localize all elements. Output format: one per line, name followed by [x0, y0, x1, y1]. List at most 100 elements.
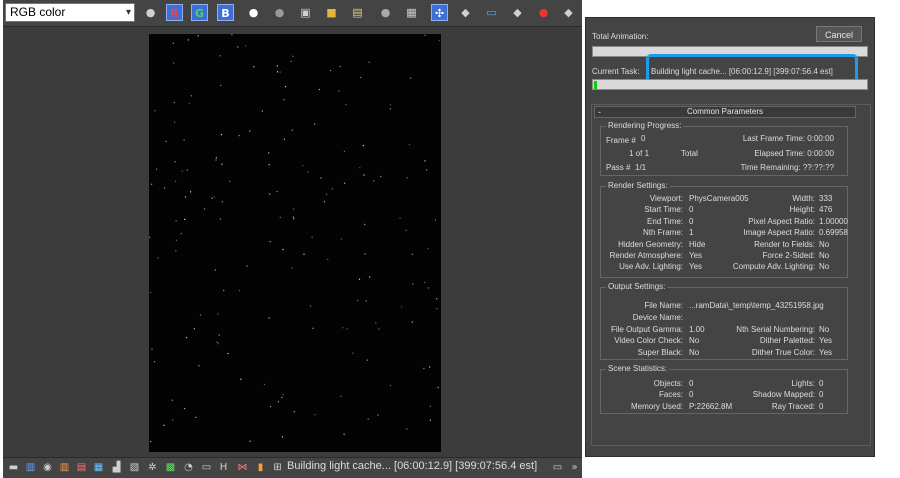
noise-speck — [218, 334, 220, 336]
noise-speck — [427, 248, 429, 250]
history-icon[interactable]: ▥ — [24, 461, 37, 474]
noise-speck — [186, 169, 188, 171]
green-channel-button[interactable]: G — [191, 4, 208, 21]
noise-speck — [283, 138, 285, 140]
ab-compare-icon[interactable]: ▮ — [254, 461, 267, 474]
red-channel-button[interactable]: R — [166, 4, 183, 21]
blue-channel-button[interactable]: B — [217, 4, 234, 21]
right-setting-label: Ray Traced: — [771, 401, 815, 411]
clear-icon[interactable]: ● — [377, 4, 394, 21]
cancel-button[interactable]: Cancel — [816, 26, 862, 42]
clipboard-icon[interactable]: ▤ — [349, 4, 366, 21]
noise-speck — [249, 440, 251, 442]
noise-speck — [291, 129, 293, 131]
noise-speck — [303, 253, 305, 255]
lut-icon[interactable]: ▩ — [164, 461, 177, 474]
noise-speck — [188, 102, 190, 104]
h-split-icon[interactable]: H — [217, 461, 230, 474]
left-setting-value: PhysCamera005 — [689, 194, 749, 203]
noise-speck — [320, 177, 322, 179]
noise-speck — [302, 165, 304, 167]
noise-speck — [217, 313, 219, 315]
teapot-icon[interactable]: ◆ — [509, 4, 526, 21]
noise-speck — [229, 180, 231, 182]
render-last-icon[interactable]: ◆ — [457, 4, 474, 21]
noise-speck — [427, 287, 430, 289]
link-icon[interactable]: ▭ — [483, 4, 500, 21]
panel-icon[interactable]: ▭ — [551, 461, 564, 474]
left-setting-label: Super Black: — [637, 347, 683, 357]
noise-speck — [174, 180, 177, 182]
display-icon[interactable]: ▬ — [7, 461, 20, 474]
rendering-progress-group: Rendering Progress: Frame # 0 1 of 1 Tot… — [600, 121, 848, 176]
left-setting-label: End Time: — [646, 216, 683, 226]
common-parameters-rollout[interactable]: - Common Parameters — [594, 106, 856, 118]
noise-speck — [151, 348, 153, 350]
monochrome-icon[interactable]: ● — [271, 4, 288, 21]
noise-speck — [231, 34, 233, 36]
render-icon[interactable]: ◆ — [560, 4, 577, 21]
noise-speck — [436, 298, 438, 300]
pixel-info-icon[interactable]: ⊞ — [271, 461, 284, 474]
noise-speck — [339, 65, 341, 68]
noise-speck — [227, 352, 229, 355]
noise-speck — [279, 71, 281, 73]
noise-speck — [362, 145, 364, 147]
green-channel-label: G — [194, 7, 205, 20]
color-balls-icon[interactable]: ● — [142, 4, 159, 21]
frame-number-value: 0 — [641, 134, 646, 143]
frame-buffer-status-bar: ▬ ▥ ◉ ▥ ▤ ▦ ▟ ▧ ✲ ▩ ◔ ▭ H ⋈ ▮ ⊞ Building… — [3, 457, 582, 478]
levels-icon[interactable]: ▤ — [75, 461, 88, 474]
noise-speck — [282, 394, 284, 396]
noise-speck — [223, 289, 225, 292]
noise-speck — [149, 236, 151, 238]
noise-speck — [389, 108, 391, 110]
left-setting-label: File Output Gamma: — [610, 325, 683, 334]
left-setting-value: 1 — [689, 228, 694, 238]
noise-speck — [175, 220, 177, 222]
noise-speck — [175, 239, 178, 241]
exposure-icon[interactable]: ▧ — [128, 461, 141, 474]
channel-select[interactable]: RGB color ▾ — [5, 3, 135, 22]
open-folder-icon[interactable]: ■ — [323, 4, 340, 21]
lens-effects-icon[interactable]: ◔ — [182, 461, 195, 474]
compare-icon[interactable]: ▭ — [200, 461, 213, 474]
left-setting-value: Hide — [689, 239, 706, 249]
follow-mouse-icon[interactable]: ✣ — [431, 4, 448, 21]
noise-speck — [190, 191, 192, 193]
alpha-white-icon[interactable]: ● — [245, 4, 262, 21]
double-chevron-down-icon[interactable]: » — [568, 461, 581, 474]
curves-icon[interactable]: ▦ — [92, 461, 105, 474]
left-setting-label: Objects: — [653, 379, 683, 388]
noise-speck — [429, 405, 431, 407]
noise-speck — [216, 341, 218, 343]
noise-speck — [424, 281, 426, 283]
right-setting-label: Dither Paletted: — [759, 336, 815, 346]
right-setting-label: Width: — [792, 194, 815, 203]
noise-speck — [246, 265, 248, 267]
noise-speck — [281, 396, 283, 399]
noise-speck — [285, 86, 287, 88]
histogram-icon[interactable]: ▟ — [110, 461, 123, 474]
settings-icon[interactable]: ✲ — [146, 461, 159, 474]
v-split-icon[interactable]: ⋈ — [236, 461, 249, 474]
noise-speck — [268, 152, 270, 154]
region-render-icon[interactable]: ▦ — [403, 4, 420, 21]
info-icon[interactable]: ◉ — [41, 461, 54, 474]
noise-speck — [423, 367, 425, 370]
noise-speck — [164, 187, 166, 189]
noise-speck — [150, 291, 152, 293]
noise-speck — [292, 55, 294, 57]
noise-speck — [183, 408, 186, 410]
right-setting-value: 0 — [819, 379, 824, 388]
common-parameters-title: Common Parameters — [686, 107, 764, 116]
left-setting-label: Render Atmosphere: — [609, 251, 683, 260]
color-correction-icon[interactable]: ▥ — [58, 461, 71, 474]
left-setting-label: Start Time: — [644, 205, 683, 215]
right-setting-value: 476 — [819, 205, 833, 215]
noise-speck — [215, 159, 217, 161]
save-icon[interactable]: ▣ — [297, 4, 314, 21]
stop-icon[interactable]: ● — [535, 4, 552, 21]
noise-speck — [268, 317, 270, 319]
noise-speck — [237, 46, 239, 48]
